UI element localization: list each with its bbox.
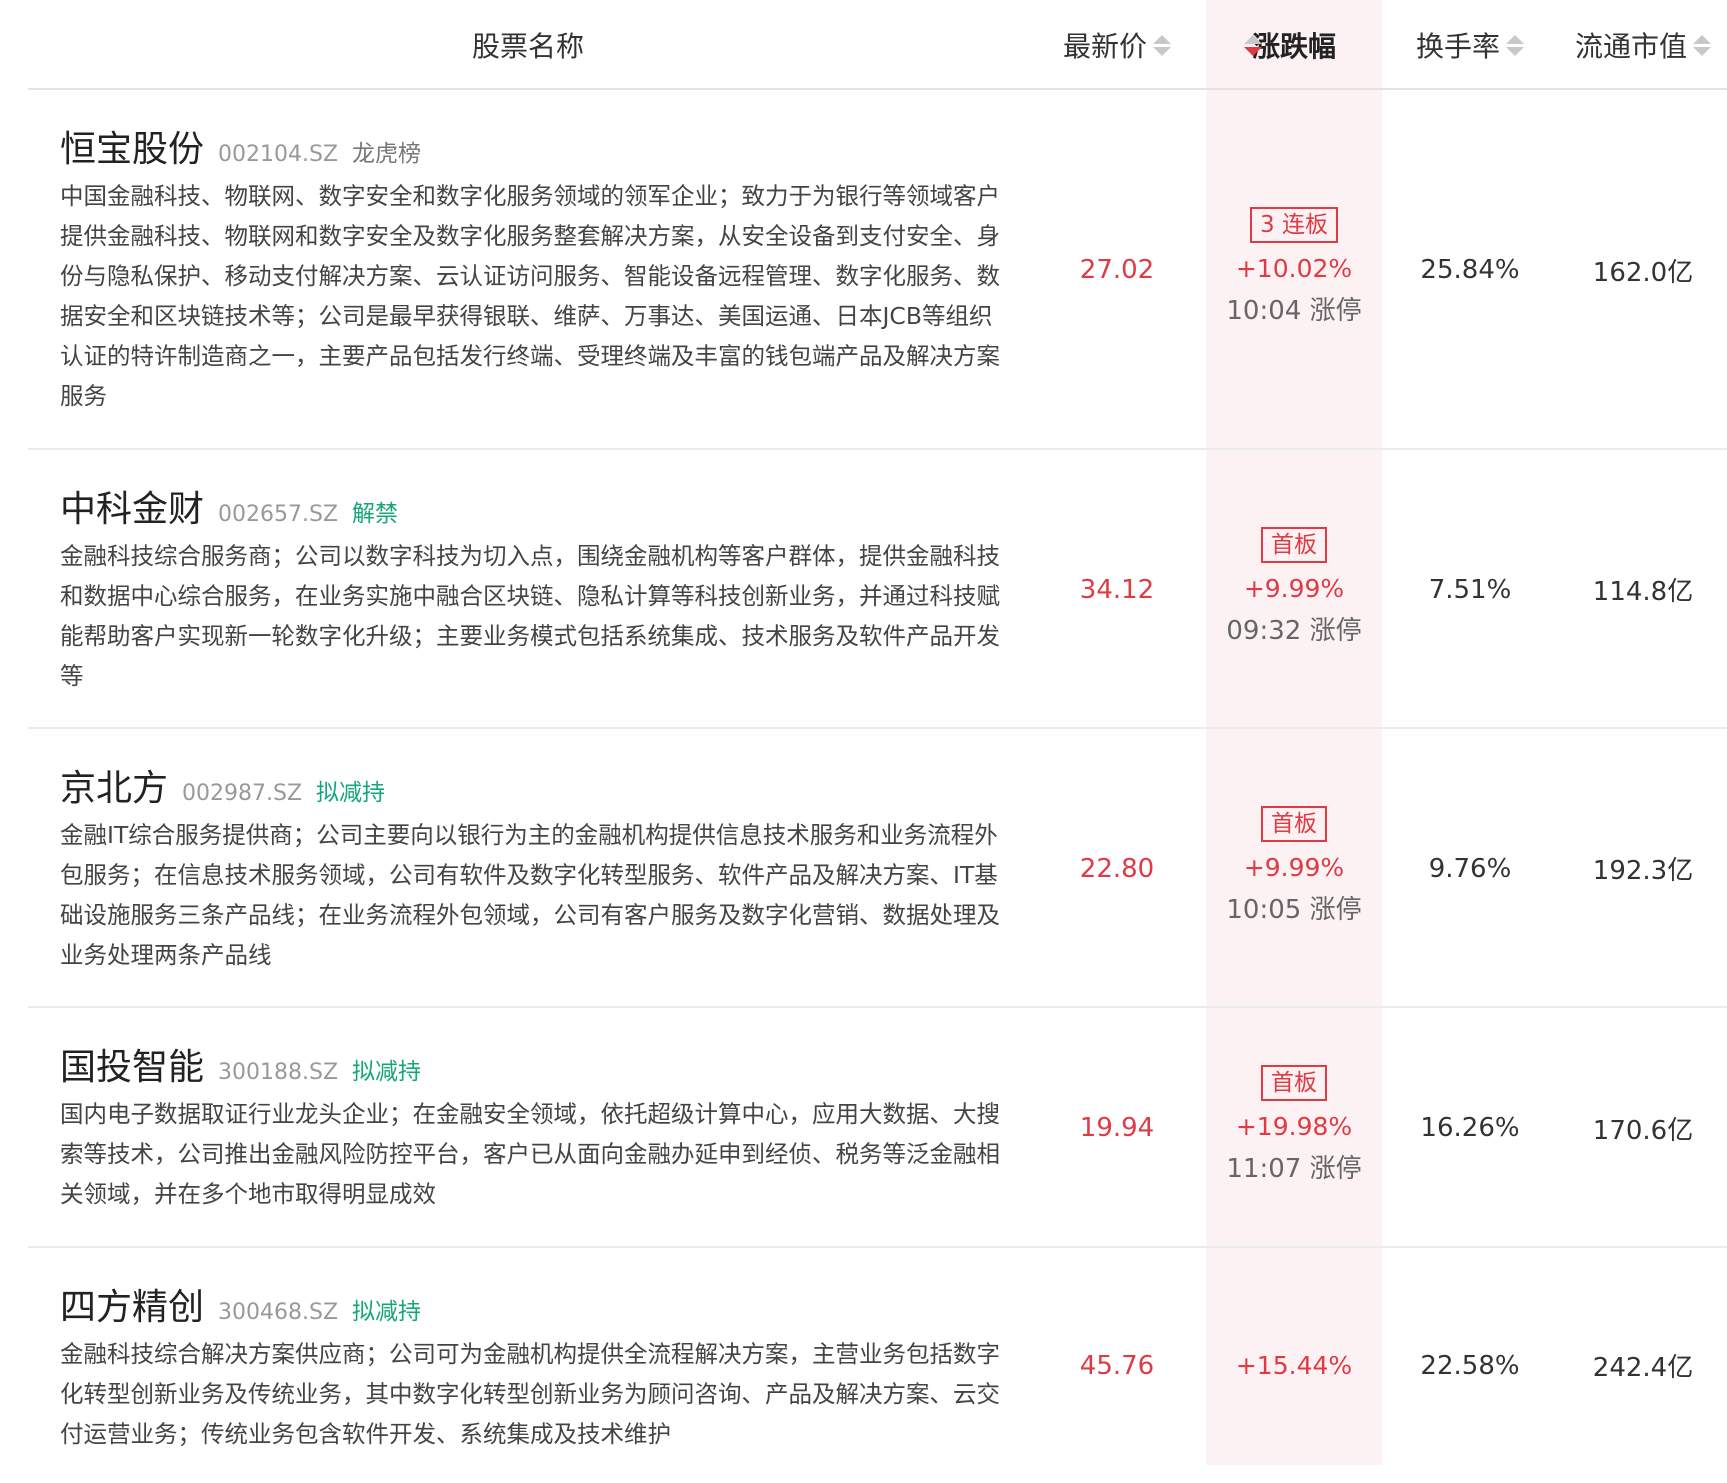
turnover-value: 7.51% (1428, 574, 1512, 605)
market-cap-cell: 114.8亿 (1558, 450, 1727, 729)
turnover-cell: 7.51% (1382, 450, 1558, 729)
price-value: 45.76 (1079, 1350, 1155, 1381)
market-cap-value: 170.6亿 (1592, 1115, 1694, 1146)
stock-tag[interactable]: 拟减持 (352, 1292, 421, 1326)
stock-table: 股票名称 最新价 涨跌幅 换手率 流通市值 恒宝股份 002104.SZ 龙虎榜… (28, 0, 1727, 1465)
table-row[interactable]: 恒宝股份 002104.SZ 龙虎榜 中国金融科技、物联网、数字安全和数字化服务… (28, 90, 1727, 450)
stock-name-line: 国投智能 300188.SZ 拟减持 (60, 1038, 421, 1090)
turnover-value: 16.26% (1420, 1113, 1520, 1143)
turnover-cell: 22.58% (1382, 1248, 1558, 1483)
price-cell: 22.80 (1028, 729, 1206, 1008)
price-cell: 19.94 (1028, 1008, 1206, 1248)
change-value: +19.98% (1235, 1112, 1353, 1141)
limit-up-time: 10:04 涨停 (1226, 296, 1362, 326)
turnover-value: 9.76% (1428, 853, 1512, 884)
board-badge: 3 连板 (1250, 207, 1338, 243)
header-market-cap-sort[interactable]: 流通市值 (1558, 0, 1727, 90)
stock-code: 002987.SZ (182, 781, 303, 806)
change-cell: +15.44% (1206, 1248, 1382, 1483)
market-cap-value: 162.0亿 (1592, 257, 1694, 288)
stock-name[interactable]: 四方精创 (60, 1278, 204, 1330)
price-value: 22.80 (1079, 853, 1155, 884)
header-market-cap-label: 流通市值 (1574, 30, 1687, 63)
turnover-value: 25.84% (1420, 255, 1520, 285)
sort-icon (1506, 34, 1524, 56)
sort-icon (1693, 34, 1711, 56)
header-turnover-sort[interactable]: 换手率 (1382, 0, 1558, 90)
header-turnover-label: 换手率 (1415, 30, 1500, 63)
stock-name-line: 恒宝股份 002104.SZ 龙虎榜 (60, 120, 421, 172)
stock-code: 300468.SZ (218, 1300, 339, 1325)
stock-description: 金融科技综合解决方案供应商；公司可为金融机构提供全流程解决方案，主营业务包括数字… (60, 1340, 1000, 1448)
stock-code: 300188.SZ (218, 1060, 339, 1085)
stock-name[interactable]: 国投智能 (60, 1038, 204, 1090)
price-value: 19.94 (1079, 1113, 1155, 1143)
stock-name[interactable]: 中科金财 (60, 480, 204, 532)
stock-name-line: 四方精创 300468.SZ 拟减持 (60, 1278, 421, 1330)
board-badge: 首板 (1261, 526, 1327, 563)
stock-code: 002104.SZ (218, 142, 339, 167)
turnover-cell: 16.26% (1382, 1008, 1558, 1248)
table-header: 股票名称 最新价 涨跌幅 换手率 流通市值 (28, 0, 1727, 90)
market-cap-cell: 162.0亿 (1558, 90, 1727, 450)
turnover-value: 22.58% (1420, 1350, 1520, 1381)
stock-name-line: 京北方 002987.SZ 拟减持 (60, 759, 385, 811)
market-cap-value: 242.4亿 (1592, 1353, 1694, 1383)
board-badge: 首板 (1261, 805, 1327, 842)
stock-tag[interactable]: 拟减持 (316, 773, 385, 807)
turnover-cell: 9.76% (1382, 729, 1558, 1008)
market-cap-value: 114.8亿 (1592, 577, 1694, 607)
change-value: +10.02% (1235, 254, 1353, 283)
limit-up-time: 09:32 涨停 (1226, 615, 1362, 646)
price-value: 34.12 (1079, 574, 1155, 605)
change-value: +15.44% (1235, 1350, 1353, 1380)
stock-name-line: 中科金财 002657.SZ 解禁 (60, 480, 398, 532)
sort-icon (1153, 34, 1171, 56)
header-stock-name-label: 股票名称 (471, 30, 584, 63)
header-price-sort[interactable]: 最新价 (1028, 0, 1206, 90)
market-cap-value: 192.3亿 (1592, 856, 1694, 886)
price-cell: 34.12 (1028, 450, 1206, 729)
stock-tag[interactable]: 龙虎榜 (352, 134, 421, 168)
stock-code: 002657.SZ (218, 502, 339, 527)
change-cell: 首板 +9.99% 10:05 涨停 (1206, 729, 1382, 1008)
stock-description: 中国金融科技、物联网、数字安全和数字化服务领域的领军企业；致力于为银行等领域客户… (60, 182, 1000, 410)
table-row[interactable]: 京北方 002987.SZ 拟减持 金融IT综合服务提供商；公司主要向以银行为主… (28, 729, 1727, 1008)
header-stock-name: 股票名称 (28, 0, 1028, 90)
stock-name[interactable]: 京北方 (60, 759, 168, 811)
market-cap-cell: 170.6亿 (1558, 1008, 1727, 1248)
stock-description: 金融科技综合服务商；公司以数字科技为切入点，围绕金融机构等客户群体，提供金融科技… (60, 542, 1000, 690)
table-row[interactable]: 四方精创 300468.SZ 拟减持 金融科技综合解决方案供应商；公司可为金融机… (28, 1248, 1727, 1465)
table-row[interactable]: 中科金财 002657.SZ 解禁 金融科技综合服务商；公司以数字科技为切入点，… (28, 450, 1727, 729)
change-cell: 3 连板 +10.02% 10:04 涨停 (1206, 90, 1382, 450)
change-value: +9.99% (1243, 852, 1345, 882)
market-cap-cell: 242.4亿 (1558, 1248, 1727, 1483)
limit-up-time: 10:05 涨停 (1226, 894, 1362, 925)
stock-description: 金融IT综合服务提供商；公司主要向以银行为主的金融机构提供信息技术服务和业务流程… (60, 821, 1000, 969)
change-cell: 首板 +9.99% 09:32 涨停 (1206, 450, 1382, 729)
change-cell: 首板 +19.98% 11:07 涨停 (1206, 1008, 1382, 1248)
turnover-cell: 25.84% (1382, 90, 1558, 450)
table-row[interactable]: 国投智能 300188.SZ 拟减持 国内电子数据取证行业龙头企业；在金融安全领… (28, 1008, 1727, 1248)
change-value: +9.99% (1243, 573, 1345, 603)
stock-description: 国内电子数据取证行业龙头企业；在金融安全领域，依托超级计算中心，应用大数据、大搜… (60, 1100, 1000, 1208)
price-value: 27.02 (1079, 255, 1155, 285)
limit-up-time: 11:07 涨停 (1226, 1154, 1362, 1184)
price-cell: 27.02 (1028, 90, 1206, 450)
stock-tag[interactable]: 解禁 (352, 494, 398, 528)
stock-tag[interactable]: 拟减持 (352, 1052, 421, 1086)
market-cap-cell: 192.3亿 (1558, 729, 1727, 1008)
price-cell: 45.76 (1028, 1248, 1206, 1483)
header-price-label: 最新价 (1062, 30, 1147, 63)
board-badge: 首板 (1261, 1065, 1327, 1101)
stock-name[interactable]: 恒宝股份 (60, 120, 204, 172)
header-change-sort[interactable]: 涨跌幅 (1206, 0, 1382, 90)
